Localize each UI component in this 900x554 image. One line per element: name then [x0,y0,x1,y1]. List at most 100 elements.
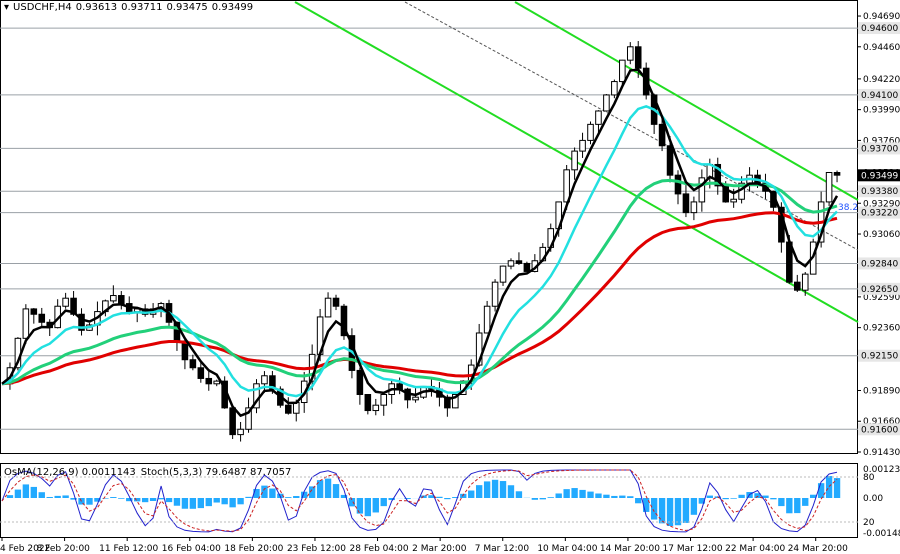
candle-body [483,305,491,334]
osma-bar [14,489,22,498]
osma-bar [38,492,45,498]
osma-bar [547,497,554,498]
time-tick-label: 24 Mar 20:00 [788,544,848,554]
candle-body [571,150,578,171]
candle-body [30,308,38,315]
time-tick-label: 7 Mar 12:00 [475,544,530,554]
osma-bar [778,498,785,507]
close-value: 0.93499 [211,2,254,13]
osma-bar [539,498,546,500]
time-tick-label: 17 Mar 12:00 [663,544,723,554]
osma-bar [690,498,698,515]
chart-title: ▾ USDCHF,H4 0.93613 0.93711 0.93475 0.93499 [4,2,257,13]
candle-body [595,110,602,125]
osma-bar [491,479,499,498]
candle-body [213,380,221,385]
time-tick-label: 14 Mar 20:00 [600,544,660,554]
osma-bar [173,498,181,506]
osma-bar [229,498,236,508]
candle-body [205,377,213,385]
candle-body [658,123,666,147]
osma-bar [825,476,833,498]
price-tick-label: 0.94220 [863,75,900,85]
candle-body [579,139,586,152]
osma-bar [475,485,483,498]
level-tag-label: 0.93380 [861,187,898,197]
fib-label: 38.2 [838,203,858,213]
candle-body [237,428,244,436]
main-chart-frame [0,0,858,454]
candle-body [189,359,197,369]
time-tick-label: 2 Mar 20:00 [412,544,467,554]
osma-bar [356,498,364,514]
osma-bar [674,498,682,526]
osma-bar [603,494,610,498]
osma-bar [110,497,117,498]
candle-body [197,367,205,379]
osma-bar [293,496,300,498]
candle-body [372,404,380,412]
open-value: 0.93613 [75,2,118,13]
osma-bar [483,481,491,498]
osma-bar [221,498,228,505]
level-tag-label: 0.94100 [861,91,898,101]
time-axis: 4 Feb 20228 Feb 20:00 11 Feb 12:00 16 Feb … [0,537,848,554]
candle-body [619,59,626,83]
price-tick-label: 0.91890 [863,386,900,396]
candle-body [603,94,610,112]
candle-body [515,260,523,264]
osma-bar [587,491,594,498]
candle-body [412,396,419,401]
candle-body [587,123,594,141]
time-tick-label: 23 Feb 12:00 [287,544,346,554]
candle-body [110,295,117,302]
level-tag-label: 0.93220 [861,209,898,219]
osma-bar [149,498,157,501]
candle-body [674,174,682,195]
osma-bar [595,493,602,498]
osma-bar [817,483,825,498]
osma-bar [444,498,451,500]
osc-tick-label: 0.00 [863,494,883,504]
osma-bar [730,498,737,499]
osma-bar [650,498,658,520]
osma-bar [261,485,268,498]
candle-body [507,260,515,267]
osma-bar [141,498,149,503]
osma-bar [555,493,562,498]
candle-body [292,402,300,414]
candle-body [22,308,30,339]
stoch-tick-label: 20 [863,518,875,528]
osma-bar [499,481,507,498]
osma-bar [118,498,125,499]
osma-bar [571,488,578,498]
time-tick-label: 18 Feb 20:00 [224,544,283,554]
candle-body [499,265,507,283]
osma-bar [515,491,523,498]
low-value: 0.93475 [166,2,208,13]
osma-bar [157,498,165,500]
osma-bar [46,496,53,498]
osma-bar [62,495,69,498]
level-tag-label: 0.94600 [861,24,898,34]
osma-bar [619,495,626,498]
candle-body [666,145,674,176]
price-tick-label: 0.94690 [863,12,900,22]
stoch-label: Stoch(5,3,3) 79.6487 87.7057 [140,467,292,478]
osma-bar [6,495,14,498]
candle-body [285,404,292,414]
osma-bar [165,498,173,503]
candle-body [38,313,46,323]
osma-bar [181,498,189,509]
osma-bar [635,498,642,504]
candle-body [523,262,531,272]
osma-bar [324,478,332,498]
candle-body [611,81,618,96]
osma-bar [285,497,292,498]
osma-bar [189,498,197,509]
time-tick-label: 16 Feb 04:00 [162,544,221,554]
osma-bar [579,489,586,498]
osma-bar [197,498,205,509]
candle-body [793,281,801,291]
osma-bar [706,495,713,498]
